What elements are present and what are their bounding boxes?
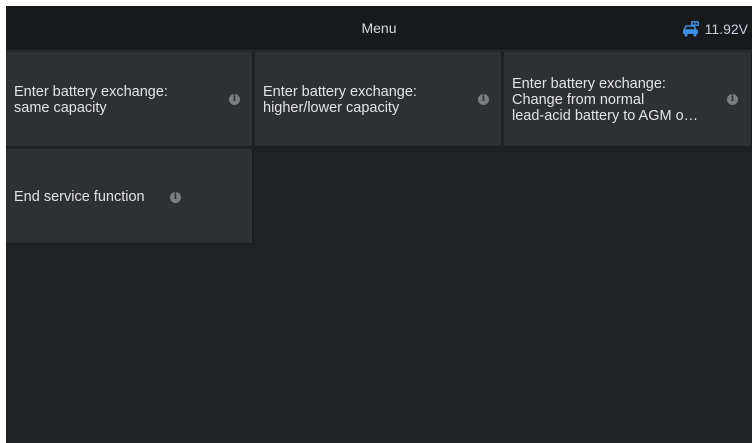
car-battery-icon [682, 20, 699, 37]
menu-item-end-service-function[interactable]: End service function i [6, 149, 253, 244]
menu-item-label: End service function [14, 189, 145, 205]
app-screen: Menu 11.92V Enter battery exchange: same… [6, 6, 752, 443]
menu-item-label: Enter battery exchange: same capacity [14, 84, 168, 116]
voltage-value: 11.92V [704, 20, 748, 37]
info-icon[interactable]: i [727, 94, 738, 105]
menu-item-lead-acid-to-agm[interactable]: Enter battery exchange: Change from norm… [504, 52, 752, 147]
menu-item-label: Enter battery exchange: Change from norm… [512, 76, 699, 124]
menu-item-label: Enter battery exchange: higher/lower cap… [263, 84, 417, 116]
header-bar: Menu 11.92V [6, 6, 752, 51]
page-title: Menu [361, 20, 397, 36]
menu-item-same-capacity[interactable]: Enter battery exchange: same capacity i [6, 52, 253, 147]
menu-item-higher-lower-capacity[interactable]: Enter battery exchange: higher/lower cap… [255, 52, 502, 147]
info-icon[interactable]: i [170, 192, 181, 203]
info-icon[interactable]: i [478, 94, 489, 105]
info-icon[interactable]: i [229, 94, 240, 105]
battery-voltage-indicator: 11.92V [682, 6, 748, 51]
